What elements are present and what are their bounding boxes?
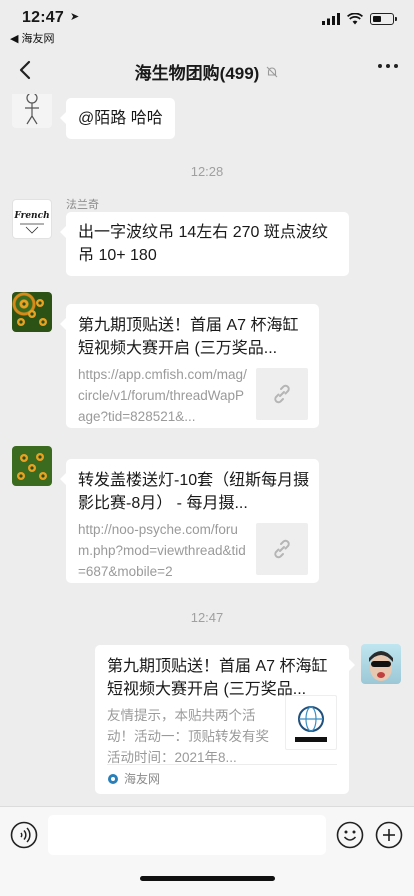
link-source-name: 海友网	[124, 772, 161, 786]
link-card[interactable]: 转发盖楼送灯-10套（纽斯每月摄影比赛-8月） - 每月摄... http://…	[60, 459, 319, 583]
mute-icon	[266, 66, 278, 77]
status-time: 12:47	[22, 9, 64, 26]
avatar-coral[interactable]	[12, 292, 52, 332]
back-to-app-link[interactable]: ◀ 海友网	[10, 30, 55, 46]
battery-icon	[370, 13, 397, 25]
link-card[interactable]: 第九期顶贴送！首届 A7 杯海缸短视频大赛开启 (三万奖品... 友情提示，本贴…	[95, 645, 355, 794]
link-thumbnail	[256, 368, 308, 420]
timestamp: 12:47	[190, 610, 224, 625]
timestamp: 12:28	[190, 164, 224, 179]
message-text: @陌路 哈哈	[78, 110, 163, 127]
avatar-logo-text: French	[14, 211, 50, 221]
link-description: 友情提示，本贴共两个活动！活动一：顶贴转发有奖活动时间：2021年8...	[107, 708, 269, 765]
link-title: 转发盖楼送灯-10套（纽斯每月摄影比赛-8月） - 每月摄...	[78, 472, 310, 512]
link-thumbnail	[285, 695, 337, 750]
nav-bar: 海生物团购(499)	[0, 46, 414, 94]
input-bar	[0, 806, 414, 896]
link-thumbnail	[256, 523, 308, 575]
divider	[107, 764, 337, 765]
link-card[interactable]: 第九期顶贴送！首届 A7 杯海缸短视频大赛开启 (三万奖品... https:/…	[60, 304, 319, 428]
link-title: 第九期顶贴送！首届 A7 杯海缸短视频大赛开启 (三万奖品...	[78, 317, 299, 357]
avatar-french[interactable]: French	[12, 199, 52, 239]
avatar-coral[interactable]	[12, 446, 52, 486]
signal-icon	[322, 13, 340, 25]
chat-area[interactable]: @陌路 哈哈 12:28 French 法兰奇 出一字波纹吊 14左右 270 …	[0, 94, 414, 806]
message-text: 出一字波纹吊 14左右 270 斑点波纹吊 10+ 180	[78, 224, 328, 264]
link-url: https://app.cmfish.com/mag/circle/v1/for…	[78, 367, 247, 424]
more-dot	[378, 64, 382, 68]
globe-logo-icon	[295, 705, 327, 742]
link-url: http://noo-psyche.com/forum.php?mod=view…	[78, 522, 246, 579]
link-icon	[274, 384, 290, 404]
emoji-icon[interactable]	[335, 820, 365, 850]
status-icons	[322, 13, 397, 25]
message-input[interactable]	[48, 815, 326, 855]
source-logo-icon	[108, 773, 118, 784]
more-dot	[386, 64, 390, 68]
message-bubble[interactable]: @陌路 哈哈	[60, 98, 175, 139]
location-icon: ➤	[70, 11, 80, 23]
home-indicator	[140, 876, 275, 881]
add-more-icon[interactable]	[374, 820, 404, 850]
avatar-self[interactable]	[361, 644, 401, 684]
avatar-sketch[interactable]	[12, 94, 52, 128]
message-bubble[interactable]: 出一字波纹吊 14左右 270 斑点波纹吊 10+ 180	[60, 212, 349, 276]
link-icon	[274, 539, 290, 559]
sender-name: 法兰奇	[66, 199, 99, 211]
chat-title-row: 海生物团购(499)	[0, 59, 414, 84]
chat-title: 海生物团购(499)	[134, 64, 260, 83]
more-options-button[interactable]	[378, 64, 398, 68]
status-bar: 12:47 ➤ ◀ 海友网	[0, 0, 414, 46]
wifi-icon	[347, 13, 363, 25]
voice-input-icon[interactable]	[9, 820, 39, 850]
link-source: 海友网	[107, 770, 160, 787]
more-dot	[394, 64, 398, 68]
